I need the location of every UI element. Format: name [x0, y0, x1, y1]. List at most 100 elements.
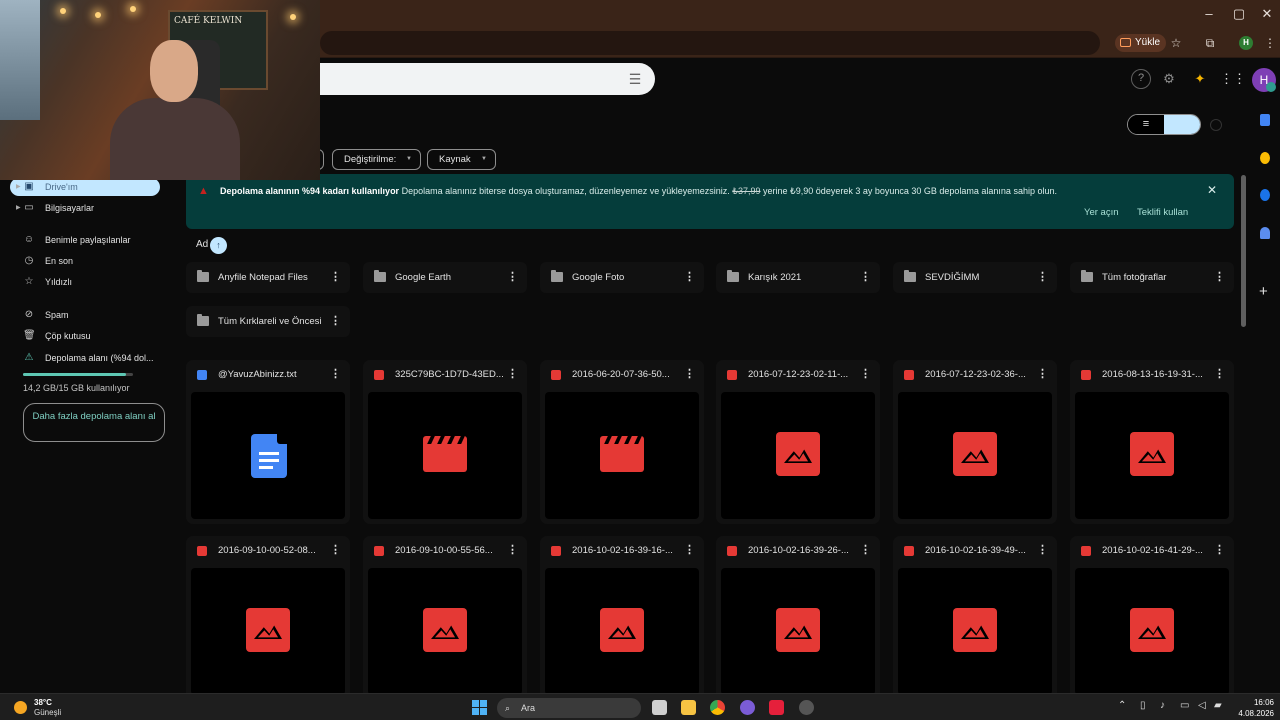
close-icon[interactable]: ✕	[1207, 183, 1217, 197]
file-explorer-icon[interactable]	[681, 700, 696, 715]
folder-item[interactable]: Anyfile Notepad Files ⋮	[186, 262, 350, 293]
use-offer-button[interactable]: Teklifi kullan	[1137, 207, 1188, 218]
temperature[interactable]: 38°C	[34, 698, 52, 707]
folder-item[interactable]: Tüm Kırklareli ve Öncesi ⋮	[186, 306, 350, 337]
file-card[interactable]: 2016-07-12-23-02-36-... ⋮	[893, 360, 1057, 524]
microphone-icon[interactable]: ♪	[1160, 700, 1165, 711]
browser-profile-avatar[interactable]: H	[1239, 36, 1253, 50]
search-input[interactable]	[300, 63, 655, 95]
get-more-storage-button[interactable]: Daha fazla depolama alanı al	[23, 403, 165, 442]
scrollbar[interactable]	[1241, 175, 1246, 327]
sidebar-item[interactable]: ◷ En son	[10, 252, 160, 270]
sidebar-item[interactable]: ⚠ Depolama alanı (%94 dol...	[10, 349, 160, 367]
upload-chip[interactable]: Yükle	[1115, 34, 1167, 52]
sidebar-item[interactable]: 🗑 Çöp kutusu	[10, 327, 160, 345]
file-thumbnail[interactable]	[1075, 568, 1229, 695]
file-card[interactable]: 325C79BC-1D7D-43ED... ⋮	[363, 360, 527, 524]
get-addons-plus-icon[interactable]: +	[1259, 283, 1268, 300]
more-actions-icon[interactable]: ⋮	[330, 367, 341, 380]
more-actions-icon[interactable]: ⋮	[1037, 543, 1048, 556]
folder-item[interactable]: Tüm fotoğraflar ⋮	[1070, 262, 1234, 293]
sort-by-name-label[interactable]: Ad	[196, 239, 208, 250]
chevron-up-icon[interactable]: ⌃	[1118, 700, 1126, 711]
file-thumbnail[interactable]	[545, 568, 699, 695]
clock[interactable]: 16:06 4.08.2026	[1238, 697, 1274, 719]
file-thumbnail[interactable]	[721, 568, 875, 695]
minimize-icon[interactable]: –	[1192, 4, 1226, 24]
battery-icon[interactable]: ▯	[1140, 700, 1146, 711]
more-actions-icon[interactable]: ⋮	[860, 262, 871, 293]
more-actions-icon[interactable]: ⋮	[507, 367, 518, 380]
weather-condition[interactable]: Güneşli	[34, 708, 61, 717]
network-icon[interactable]: ▭	[1180, 700, 1189, 711]
extensions-icon[interactable]: ⧉	[1200, 33, 1220, 53]
task-view-icon[interactable]	[652, 700, 667, 715]
more-actions-icon[interactable]: ⋮	[684, 367, 695, 380]
file-card[interactable]: @YavuzAbinizz.txt ⋮	[186, 360, 350, 524]
volume-icon[interactable]: ◁	[1198, 700, 1206, 711]
browser-menu-icon[interactable]: ⋮	[1260, 33, 1280, 53]
sun-icon[interactable]	[14, 701, 27, 714]
twitch-icon[interactable]	[740, 700, 755, 715]
sidebar-item[interactable]: ▶ ▣ Drive'ım	[10, 178, 160, 196]
folder-item[interactable]: Karışık 2021 ⋮	[716, 262, 880, 293]
keep-icon[interactable]	[1260, 152, 1270, 164]
file-thumbnail[interactable]	[368, 392, 522, 519]
chrome-icon[interactable]	[710, 700, 725, 715]
sidebar-item[interactable]: ☺ Benimle paylaşılanlar	[10, 231, 160, 249]
more-actions-icon[interactable]: ⋮	[330, 306, 341, 337]
more-actions-icon[interactable]: ⋮	[330, 262, 341, 293]
folder-item[interactable]: Google Foto ⋮	[540, 262, 704, 293]
opera-icon[interactable]	[769, 700, 784, 715]
free-up-space-button[interactable]: Yer açın	[1084, 207, 1119, 218]
folder-item[interactable]: Google Earth ⋮	[363, 262, 527, 293]
file-card[interactable]: 2016-10-02-16-39-16-... ⋮	[540, 536, 704, 700]
calendar-icon[interactable]	[1260, 114, 1270, 126]
list-view-icon[interactable]: ≡	[1128, 115, 1164, 134]
sidebar-item[interactable]: ☆ Yıldızlı	[10, 273, 160, 291]
file-thumbnail[interactable]	[898, 568, 1052, 695]
more-actions-icon[interactable]: ⋮	[860, 367, 871, 380]
search-options-icon[interactable]: ☰	[626, 70, 644, 88]
more-actions-icon[interactable]: ⋮	[1214, 262, 1225, 293]
help-icon[interactable]: ?	[1131, 69, 1151, 89]
expand-arrow-icon[interactable]: ▶	[16, 178, 21, 196]
more-actions-icon[interactable]: ⋮	[507, 262, 518, 293]
file-card[interactable]: 2016-09-10-00-52-08... ⋮	[186, 536, 350, 700]
obs-icon[interactable]	[799, 700, 814, 715]
address-bar[interactable]	[320, 31, 1100, 55]
more-actions-icon[interactable]: ⋮	[1037, 262, 1048, 293]
file-card[interactable]: 2016-10-02-16-39-49-... ⋮	[893, 536, 1057, 700]
sidebar-item[interactable]: ⊘ Spam	[10, 306, 160, 324]
file-card[interactable]: 2016-08-13-16-19-31-... ⋮	[1070, 360, 1234, 524]
file-card[interactable]: 2016-10-02-16-39-26-... ⋮	[716, 536, 880, 700]
more-actions-icon[interactable]: ⋮	[1214, 543, 1225, 556]
file-card[interactable]: 2016-06-20-07-36-50... ⋮	[540, 360, 704, 524]
file-thumbnail[interactable]	[191, 568, 345, 695]
file-thumbnail[interactable]	[545, 392, 699, 519]
file-thumbnail[interactable]	[898, 392, 1052, 519]
expand-arrow-icon[interactable]: ▶	[16, 199, 21, 217]
more-actions-icon[interactable]: ⋮	[1214, 367, 1225, 380]
more-actions-icon[interactable]: ⋮	[684, 543, 695, 556]
more-actions-icon[interactable]: ⋮	[507, 543, 518, 556]
sidebar-item[interactable]: ▶ ▭ Bilgisayarlar	[10, 199, 160, 217]
sort-direction-icon[interactable]: ↑	[210, 237, 227, 254]
settings-gear-icon[interactable]: ⚙	[1159, 69, 1179, 89]
folder-item[interactable]: SEVDİĞİMM ⋮	[893, 262, 1057, 293]
windows-start-icon[interactable]	[472, 700, 487, 715]
grid-view-icon[interactable]	[1164, 115, 1200, 134]
file-thumbnail[interactable]	[1075, 392, 1229, 519]
apps-grid-icon[interactable]: ⋮⋮	[1220, 69, 1246, 89]
contacts-icon[interactable]	[1260, 227, 1270, 239]
details-info-icon[interactable]	[1210, 119, 1222, 131]
more-actions-icon[interactable]: ⋮	[860, 543, 871, 556]
close-window-icon[interactable]: ✕	[1250, 4, 1280, 24]
tasks-icon[interactable]	[1260, 189, 1270, 201]
file-card[interactable]: 2016-09-10-00-55-56... ⋮	[363, 536, 527, 700]
file-thumbnail[interactable]	[368, 568, 522, 695]
gemini-sparkle-icon[interactable]: ✦	[1190, 69, 1210, 89]
modified-filter-chip[interactable]: Değiştirilme: ▼	[332, 149, 421, 170]
source-filter-chip[interactable]: Kaynak ▼	[427, 149, 496, 170]
file-card[interactable]: 2016-07-12-23-02-11-... ⋮	[716, 360, 880, 524]
